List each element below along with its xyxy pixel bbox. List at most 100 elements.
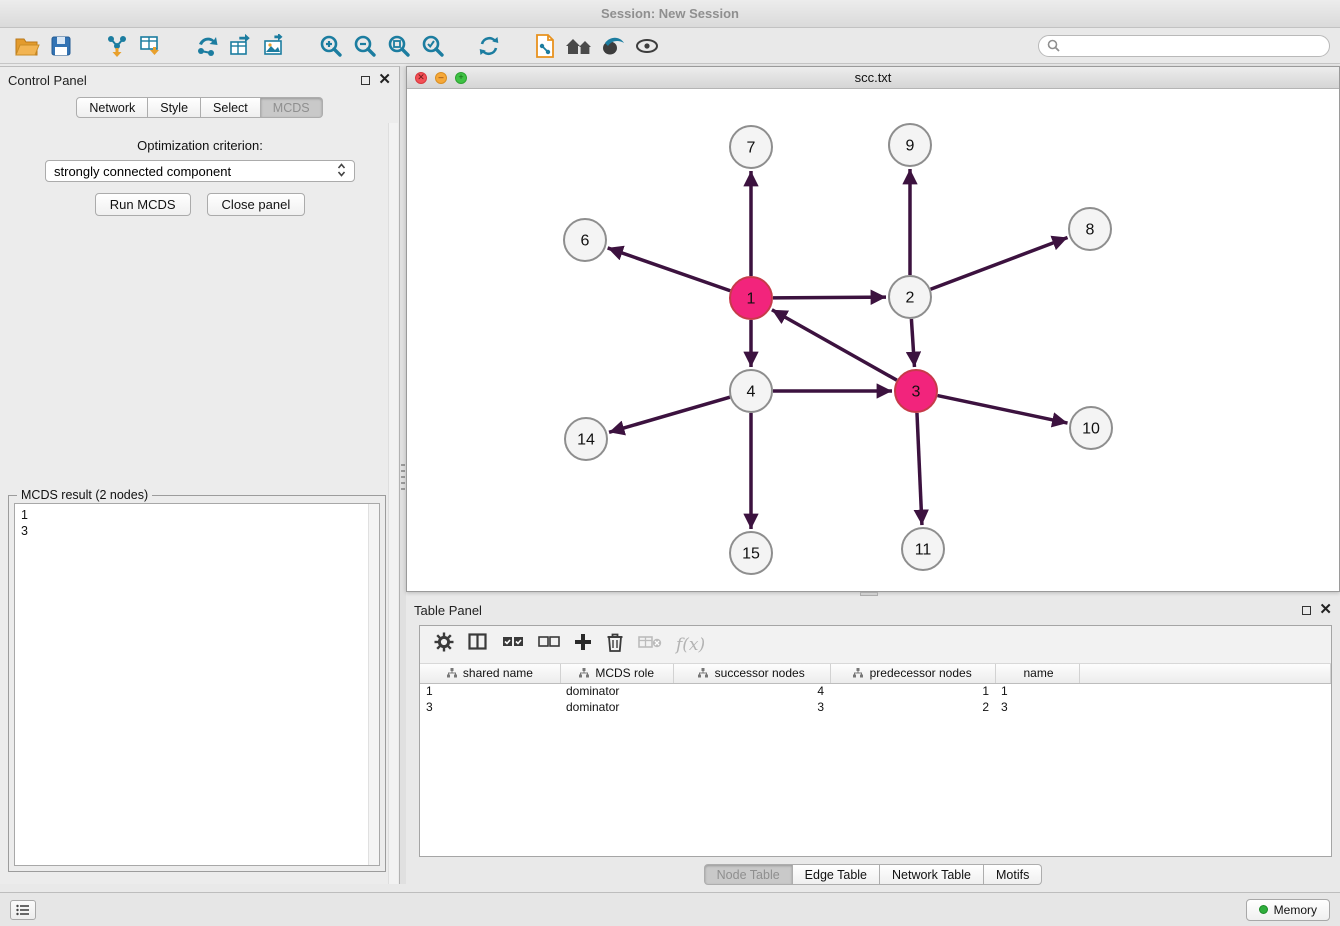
- columns-icon: [468, 633, 488, 651]
- cell-mcds-role[interactable]: dominator: [560, 699, 673, 715]
- column-header-mcds-role[interactable]: MCDS role: [560, 664, 673, 683]
- column-header-successor-nodes[interactable]: successor nodes: [673, 664, 830, 683]
- float-table-panel-icon[interactable]: [1302, 606, 1311, 615]
- search-field[interactable]: [1038, 35, 1330, 57]
- tab-select[interactable]: Select: [201, 97, 261, 118]
- document-network-icon: [533, 33, 557, 59]
- toolbar-zoom-out-button[interactable]: [348, 31, 382, 61]
- close-panel-button[interactable]: Close panel: [207, 193, 306, 216]
- cell-name[interactable]: 3: [995, 699, 1079, 715]
- graph-node-label-11: 11: [915, 542, 932, 559]
- toolbar-home-button[interactable]: [562, 31, 596, 61]
- column-header-name[interactable]: name: [995, 664, 1079, 683]
- table-row[interactable]: 1 dominator 4 1 1: [420, 683, 1331, 699]
- graph-edge-1-2[interactable]: [773, 297, 886, 298]
- add-column-button[interactable]: [574, 633, 592, 656]
- export-table-icon: [228, 34, 254, 58]
- graph-edge-3-11[interactable]: [917, 413, 922, 525]
- control-panel-scrollbar[interactable]: [388, 123, 398, 884]
- table-settings-button[interactable]: [434, 632, 454, 657]
- toolbar-zoom-fit-button[interactable]: [382, 31, 416, 61]
- table-row[interactable]: 3 dominator 3 2 3: [420, 699, 1331, 715]
- tab-style[interactable]: Style: [148, 97, 201, 118]
- toolbar-zoom-in-button[interactable]: [314, 31, 348, 61]
- horizontal-splitter-handle[interactable]: [860, 592, 878, 596]
- graph-edge-3-10[interactable]: [938, 396, 1068, 423]
- unchecked-boxes-icon: [538, 635, 560, 649]
- table-header-row: shared name MCDS role successor nodes pr…: [420, 664, 1331, 683]
- select-all-button[interactable]: [502, 635, 524, 654]
- control-panel-header: Control Panel ✕: [0, 67, 399, 93]
- graph-edge-2-3[interactable]: [911, 319, 914, 367]
- splitter-handle[interactable]: [401, 464, 405, 490]
- zoom-out-icon: [352, 33, 378, 59]
- refresh-icon: [476, 33, 502, 59]
- control-panel: Control Panel ✕ Network Style Select MCD…: [0, 66, 400, 884]
- graph-node-label-10: 10: [1082, 421, 1100, 438]
- show-columns-button[interactable]: [468, 633, 488, 656]
- toolbar-eye-button[interactable]: [630, 31, 664, 61]
- search-input[interactable]: [1065, 39, 1321, 53]
- tab-network-table[interactable]: Network Table: [880, 864, 984, 885]
- graph-edge-1-6[interactable]: [608, 248, 731, 291]
- graph-edge-3-1[interactable]: [772, 310, 897, 380]
- window-title: Session: New Session: [601, 6, 739, 21]
- tab-network[interactable]: Network: [76, 97, 148, 118]
- column-header-shared-name[interactable]: shared name: [420, 664, 560, 683]
- search-icon: [1047, 39, 1060, 52]
- graph-node-label-8: 8: [1086, 222, 1095, 239]
- node-table: shared name MCDS role successor nodes pr…: [420, 664, 1331, 715]
- mcds-result-item[interactable]: 1: [21, 507, 373, 523]
- cell-shared-name[interactable]: 3: [420, 699, 560, 715]
- graph-node-label-4: 4: [747, 384, 756, 401]
- toolbar-document-button[interactable]: [528, 31, 562, 61]
- cell-successor-nodes[interactable]: 3: [673, 699, 830, 715]
- task-history-button[interactable]: [10, 900, 36, 920]
- column-header-predecessor-nodes[interactable]: predecessor nodes: [830, 664, 995, 683]
- toolbar-open-button[interactable]: [10, 31, 44, 61]
- network-graph[interactable]: 7968124314101511: [407, 89, 1339, 591]
- toolbar-save-button[interactable]: [44, 31, 78, 61]
- cell-mcds-role[interactable]: dominator: [560, 683, 673, 699]
- cell-successor-nodes[interactable]: 4: [673, 683, 830, 699]
- mcds-result-item[interactable]: 3: [21, 523, 373, 539]
- cell-predecessor-nodes[interactable]: 1: [830, 683, 995, 699]
- float-panel-icon[interactable]: [361, 76, 370, 85]
- toolbar-import-network-button[interactable]: [100, 31, 134, 61]
- function-builder-button[interactable]: f(x): [676, 635, 705, 655]
- delete-table-button[interactable]: [638, 634, 662, 655]
- toolbar-import-table-button[interactable]: [134, 31, 168, 61]
- main-toolbar: [0, 28, 1340, 64]
- toolbar-style-button[interactable]: [596, 31, 630, 61]
- toolbar-export-table-button[interactable]: [224, 31, 258, 61]
- cell-predecessor-nodes[interactable]: 2: [830, 699, 995, 715]
- memory-button[interactable]: Memory: [1246, 899, 1330, 921]
- result-scrollbar[interactable]: [368, 504, 379, 865]
- cell-shared-name[interactable]: 1: [420, 683, 560, 699]
- deselect-all-button[interactable]: [538, 635, 560, 654]
- mcds-result-list[interactable]: 1 3: [14, 503, 380, 866]
- cell-name[interactable]: 1: [995, 683, 1079, 699]
- criterion-dropdown[interactable]: strongly connected component: [45, 160, 355, 182]
- node-table-container: f(x) shared name MCDS role: [419, 625, 1332, 857]
- tab-motifs[interactable]: Motifs: [984, 864, 1042, 885]
- tab-node-table[interactable]: Node Table: [704, 864, 793, 885]
- graph-edge-2-8[interactable]: [931, 237, 1068, 289]
- column-edit-icon: [698, 668, 708, 678]
- delete-column-button[interactable]: [606, 632, 624, 657]
- toolbar-refresh-button[interactable]: [472, 31, 506, 61]
- graph-node-label-3: 3: [912, 384, 921, 401]
- close-table-panel-icon[interactable]: ✕: [1319, 605, 1332, 615]
- toolbar-export-network-button[interactable]: [190, 31, 224, 61]
- tab-mcds[interactable]: MCDS: [261, 97, 323, 118]
- run-mcds-button[interactable]: Run MCDS: [95, 193, 191, 216]
- zoom-selected-icon: [420, 33, 446, 59]
- gear-icon: [434, 632, 454, 652]
- network-window: scc.txt ✕ – + 7968124314101511: [406, 66, 1340, 592]
- network-canvas[interactable]: 7968124314101511: [407, 89, 1339, 591]
- graph-edge-4-14[interactable]: [609, 397, 730, 432]
- toolbar-zoom-selected-button[interactable]: [416, 31, 450, 61]
- tab-edge-table[interactable]: Edge Table: [793, 864, 880, 885]
- close-panel-icon[interactable]: ✕: [378, 75, 391, 85]
- toolbar-export-image-button[interactable]: [258, 31, 292, 61]
